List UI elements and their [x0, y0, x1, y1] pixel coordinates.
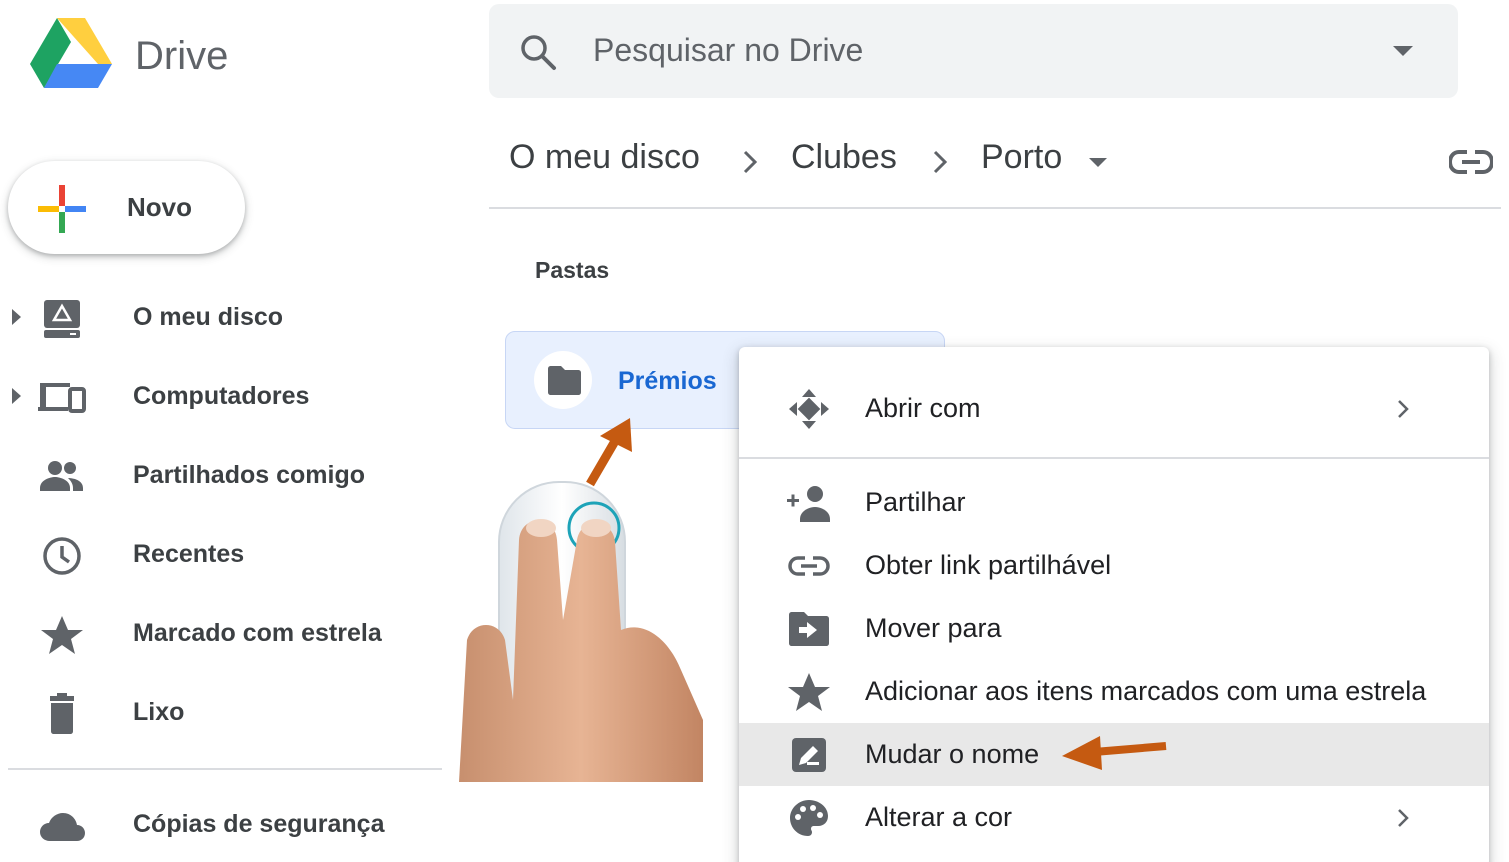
- menu-item-share[interactable]: Partilhar: [739, 471, 1489, 534]
- folder-actions-dropdown-icon[interactable]: [1089, 158, 1107, 167]
- clock-icon: [43, 537, 81, 575]
- new-button-label: Novo: [127, 192, 192, 222]
- people-icon: [40, 461, 83, 491]
- section-label-folders: Pastas: [535, 257, 610, 283]
- link-icon: [788, 556, 830, 576]
- sidebar-item-backups[interactable]: Cópias de segurança: [0, 790, 440, 860]
- plus-icon: [38, 185, 86, 233]
- annotation-arrow-to-folder: [586, 418, 632, 487]
- sidebar-item-trash[interactable]: Lixo: [0, 678, 440, 748]
- menu-item-label: Adicionar aos itens marcados com uma est…: [865, 676, 1427, 706]
- menu-item-label: Obter link partilhável: [865, 550, 1112, 580]
- search-options-icon[interactable]: [1393, 46, 1413, 56]
- sidebar-item-label: Recentes: [133, 540, 245, 568]
- menu-item-label: Alterar a cor: [865, 802, 1013, 832]
- sidebar-item-shared-with-me[interactable]: Partilhados comigo: [0, 441, 440, 511]
- expand-caret-icon[interactable]: [12, 388, 21, 404]
- sidebar-item-label: Cópias de segurança: [133, 810, 385, 838]
- breadcrumb-item-my-drive[interactable]: O meu disco: [509, 138, 700, 177]
- palette-icon: [790, 800, 828, 836]
- sidebar-item-starred[interactable]: Marcado com estrela: [0, 599, 440, 669]
- link-icon[interactable]: [1449, 146, 1493, 178]
- chevron-right-icon: [743, 150, 758, 174]
- folder-name: Prémios: [618, 367, 717, 395]
- star-icon: [41, 616, 83, 654]
- menu-item-label: Abrir com: [865, 393, 981, 423]
- menu-item-label: Partilhar: [865, 487, 966, 517]
- computers-icon: [38, 383, 86, 413]
- sidebar-item-computers[interactable]: Computadores: [0, 362, 440, 432]
- folder-icon: [548, 366, 581, 395]
- app-header: Drive: [30, 14, 228, 90]
- submenu-chevron-icon: [1398, 400, 1409, 418]
- menu-item-label: Mudar o nome: [865, 739, 1040, 769]
- sidebar-item-label: Marcado com estrela: [133, 619, 382, 647]
- my-drive-icon: [44, 300, 80, 338]
- move-to-folder-icon: [789, 612, 829, 646]
- new-button[interactable]: Novo: [8, 161, 245, 254]
- sidebar-item-label: Lixo: [133, 698, 185, 726]
- sidebar-item-label: O meu disco: [133, 303, 284, 331]
- cloud-icon: [40, 813, 85, 841]
- expand-caret-icon[interactable]: [12, 309, 21, 325]
- menu-item-label: Mover para: [865, 613, 1002, 643]
- sidebar-item-recent[interactable]: Recentes: [0, 520, 440, 590]
- rename-icon: [792, 738, 826, 772]
- menu-item-open-with[interactable]: Abrir com: [739, 377, 1489, 440]
- trash-icon: [50, 693, 74, 734]
- header-divider: [489, 207, 1501, 209]
- app-title: Drive: [135, 34, 229, 78]
- breadcrumb-item-current[interactable]: Porto: [981, 138, 1062, 177]
- submenu-chevron-icon: [1398, 809, 1409, 827]
- right-click-mouse-hand-illustration: [459, 481, 703, 782]
- menu-item-get-link[interactable]: Obter link partilhável: [739, 534, 1489, 597]
- breadcrumb-item-clubes[interactable]: Clubes: [791, 138, 897, 177]
- menu-item-change-color[interactable]: Alterar a cor: [739, 786, 1489, 849]
- menu-item-add-star[interactable]: Adicionar aos itens marcados com uma est…: [739, 660, 1489, 723]
- sidebar-item-label: Computadores: [133, 382, 310, 410]
- google-drive-logo-icon[interactable]: [30, 16, 112, 88]
- sidebar-item-my-drive[interactable]: O meu disco: [0, 283, 440, 353]
- add-person-icon: [787, 486, 830, 522]
- annotation-arrow-to-rename: [1062, 736, 1167, 770]
- chevron-right-icon: [933, 150, 948, 174]
- sidebar-divider: [8, 768, 442, 770]
- sidebar-item-label: Partilhados comigo: [133, 461, 365, 489]
- menu-item-move-to[interactable]: Mover para: [739, 597, 1489, 660]
- search-bar[interactable]: Pesquisar no Drive: [489, 4, 1458, 98]
- search-input[interactable]: Pesquisar no Drive: [593, 32, 863, 69]
- move-arrows-icon: [789, 389, 829, 429]
- search-icon[interactable]: [519, 33, 557, 71]
- menu-divider: [739, 457, 1489, 459]
- context-menu: Abrir com Partilhar Obter link partilháv…: [739, 347, 1489, 862]
- star-icon: [788, 673, 830, 711]
